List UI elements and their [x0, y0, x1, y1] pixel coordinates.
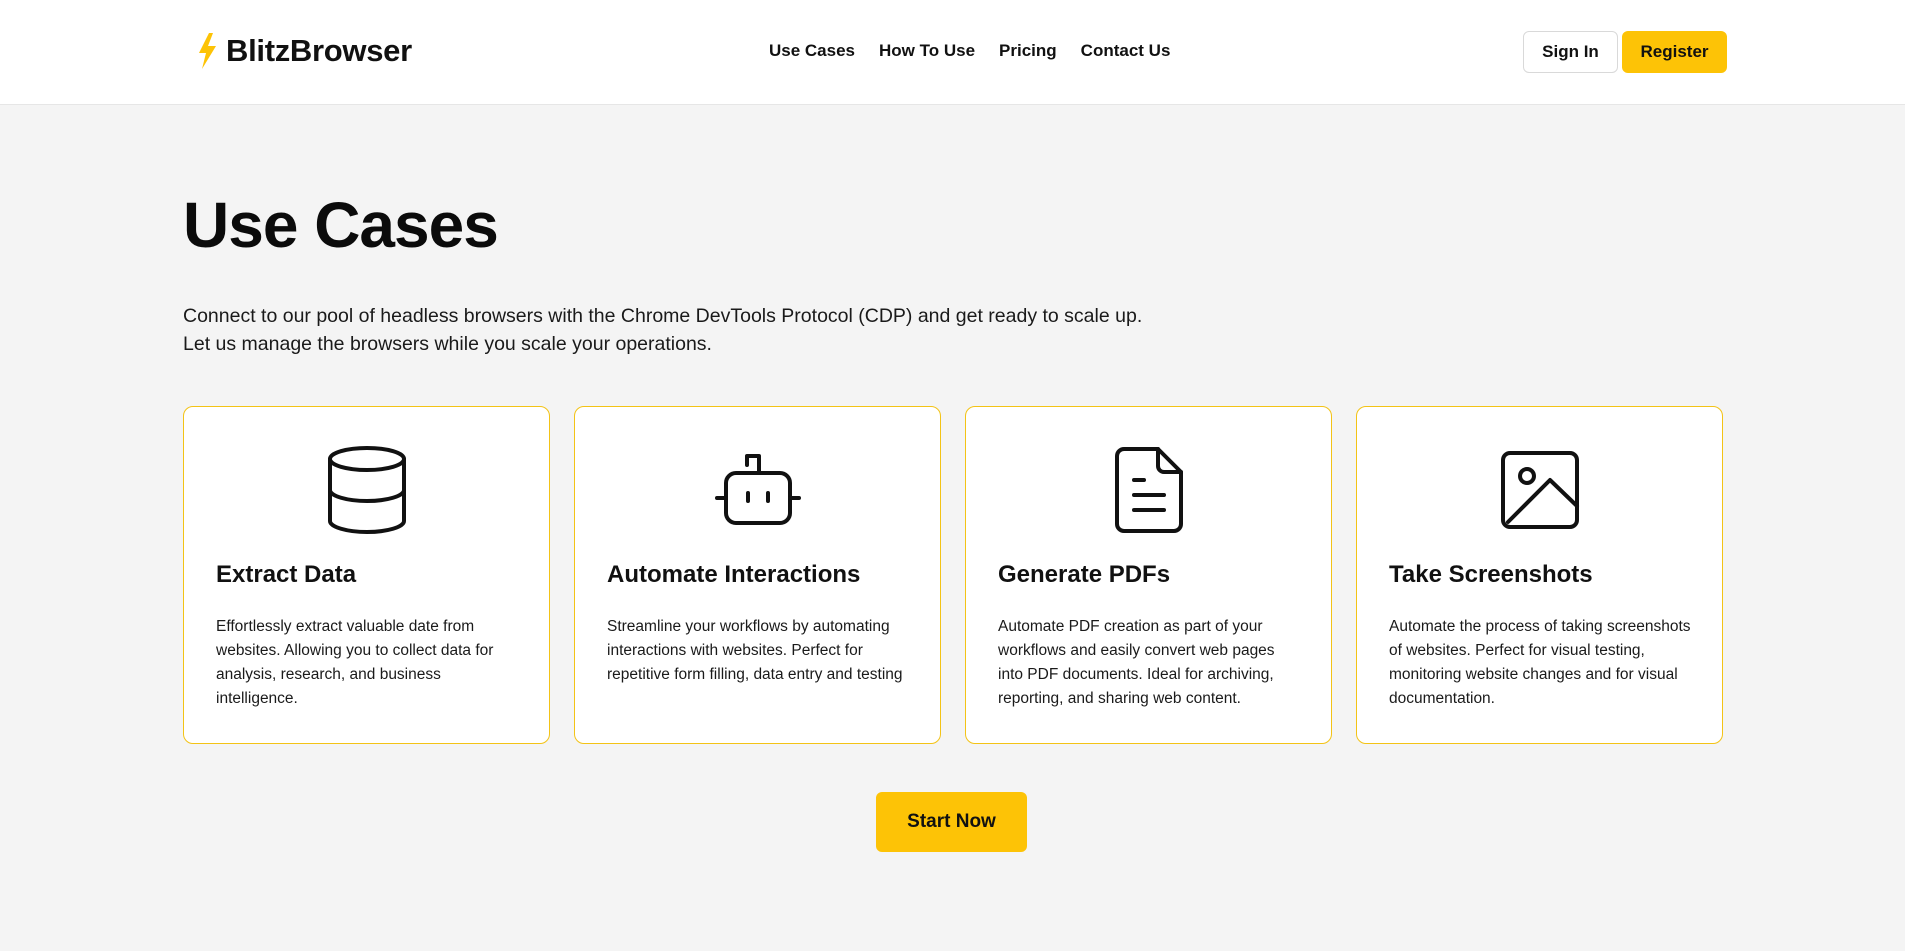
main-nav: Use Cases How To Use Pricing Contact Us: [769, 41, 1170, 61]
nav-item-contact-us[interactable]: Contact Us: [1081, 41, 1171, 61]
use-case-cards: Extract Data Effortlessly extract valuab…: [183, 406, 1723, 744]
document-icon: [1104, 445, 1194, 535]
sign-in-button[interactable]: Sign In: [1523, 31, 1618, 73]
card-take-screenshots: Take Screenshots Automate the process of…: [1356, 406, 1723, 744]
lightning-bolt-icon: [196, 33, 218, 69]
card-automate-interactions: Automate Interactions Streamline your wo…: [574, 406, 941, 744]
card-title: Generate PDFs: [998, 561, 1171, 588]
card-extract-data: Extract Data Effortlessly extract valuab…: [183, 406, 550, 744]
nav-item-use-cases[interactable]: Use Cases: [769, 41, 855, 61]
intro-line-1: Connect to our pool of headless browsers…: [183, 305, 1143, 327]
site-header: BlitzBrowser Use Cases How To Use Pricin…: [0, 0, 1905, 105]
intro-line-2: Let us manage the browsers while you sca…: [183, 333, 712, 355]
card-description: Automate the process of taking screensho…: [1389, 618, 1691, 707]
card-generate-pdfs: Generate PDFs Automate PDF creation as p…: [965, 406, 1332, 744]
brand-name: BlitzBrowser: [226, 33, 412, 68]
intro-text: Connect to our pool of headless browsers…: [183, 302, 1142, 358]
start-now-button[interactable]: Start Now: [876, 792, 1027, 852]
card-title: Take Screenshots: [1389, 561, 1593, 588]
card-description: Effortlessly extract valuable date from …: [216, 618, 494, 707]
card-title: Extract Data: [216, 561, 357, 588]
image-icon: [1495, 445, 1585, 535]
card-description: Automate PDF creation as part of your wo…: [998, 618, 1275, 707]
page-title: Use Cases: [183, 189, 499, 261]
robot-icon: [713, 445, 803, 535]
register-button[interactable]: Register: [1622, 31, 1727, 73]
brand-logo[interactable]: BlitzBrowser: [196, 33, 412, 69]
nav-item-pricing[interactable]: Pricing: [999, 41, 1057, 61]
card-title: Automate Interactions: [607, 561, 861, 588]
database-icon: [322, 445, 412, 535]
nav-item-how-to-use[interactable]: How To Use: [879, 41, 975, 61]
card-description: Streamline your workflows by automating …: [607, 618, 903, 683]
